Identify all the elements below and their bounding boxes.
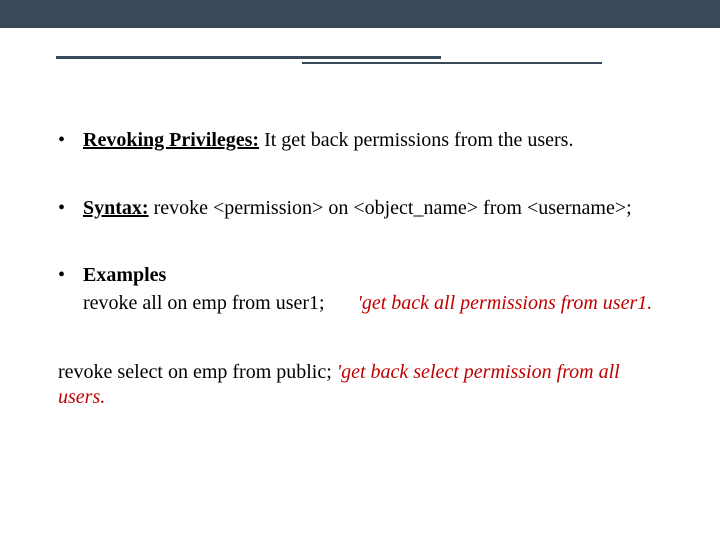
bullet-examples: • Examples revoke all on emp from user1;… <box>58 263 668 316</box>
bullet-revoking: • Revoking Privileges: It get back permi… <box>58 128 668 154</box>
bullet-list: • Revoking Privileges: It get back permi… <box>58 128 668 316</box>
bullet-dot-icon: • <box>58 196 78 222</box>
footnote-note-lead: 'get back select permission from all <box>337 361 620 383</box>
bullet-syntax: • Syntax: revoke <permission> on <object… <box>58 196 668 222</box>
content-area: • Revoking Privileges: It get back permi… <box>58 128 668 410</box>
footnote-block: revoke select on emp from public; 'get b… <box>58 360 668 410</box>
example-command: revoke all on emp from user1; <box>83 292 325 314</box>
accent-line-1 <box>56 56 441 59</box>
bullet-text: It get back permissions from the users. <box>259 129 573 151</box>
bullet-dot-icon: • <box>58 128 78 154</box>
bullet-label: Revoking Privileges: <box>83 129 259 151</box>
bullet-text: revoke <permission> on <object_name> fro… <box>149 197 632 219</box>
examples-heading: Examples <box>83 264 166 286</box>
slide: • Revoking Privileges: It get back permi… <box>0 0 720 540</box>
bullet-dot-icon: • <box>58 263 78 289</box>
bullet-body: Examples revoke all on emp from user1; '… <box>83 263 668 316</box>
bullet-body: Revoking Privileges: It get back permiss… <box>83 128 668 154</box>
footnote-note-tail: users. <box>58 385 668 410</box>
bullet-label: Syntax: <box>83 197 149 219</box>
bullet-body: Syntax: revoke <permission> on <object_n… <box>83 196 668 222</box>
footnote-command: revoke select on emp from public; <box>58 361 332 383</box>
top-bar <box>0 0 720 28</box>
example-note: 'get back all permissions from user1. <box>358 292 653 314</box>
example-row: revoke all on emp from user1; 'get back … <box>83 291 668 317</box>
accent-line-2 <box>302 62 602 64</box>
